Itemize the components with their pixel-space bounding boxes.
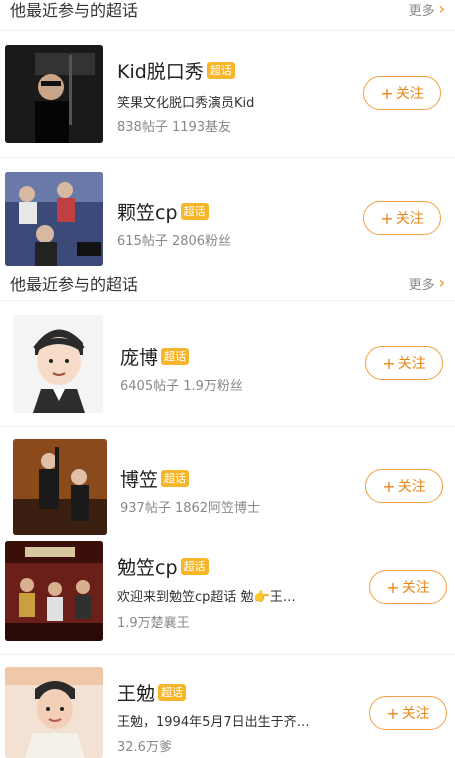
section-header: 他最近参与的超话 更多 › <box>0 0 455 26</box>
topic-stats: 6405帖子 1.9万粉丝 <box>120 379 243 394</box>
follow-button[interactable]: + 关注 <box>369 696 447 730</box>
topic-avatar <box>5 667 103 758</box>
super-topic-badge: 超话 <box>206 62 235 79</box>
more-label: 更多 <box>408 277 435 293</box>
super-topic-badge: 超话 <box>161 348 190 365</box>
follow-button[interactable]: + 关注 <box>363 76 441 110</box>
topic-name: 颗笠cp <box>117 202 178 224</box>
more-label: 更多 <box>408 3 435 19</box>
follow-label: 关注 <box>395 86 424 102</box>
cp-photo <box>5 172 103 266</box>
topic-avatar <box>5 541 103 641</box>
topic-stats: 32.6万爹 <box>117 740 172 755</box>
list-item[interactable]: Kid脱口秀 超话 笑果文化脱口秀演员Kid 838帖子 1193基友 + 关注 <box>0 31 455 157</box>
follow-label: 关注 <box>395 211 424 227</box>
follow-label: 关注 <box>397 479 426 495</box>
plus-icon: + <box>382 353 396 373</box>
super-topic-badge: 超话 <box>158 684 187 701</box>
plus-icon: + <box>382 476 396 496</box>
more-link[interactable]: 更多 › <box>409 0 445 19</box>
topic-stats: 1.9万楚襄王 <box>117 616 190 631</box>
section-title: 他最近参与的超话 <box>10 275 139 294</box>
plus-icon: + <box>380 83 394 103</box>
topic-name-row: 庞博 超话 <box>120 343 190 370</box>
follow-label: 关注 <box>401 580 430 596</box>
list-item[interactable]: 王勉 超话 王勉，1994年5月7日出生于齐… 32.6万爹 + 关注 <box>0 655 455 758</box>
topic-name-row: 勉笠cp 超话 <box>117 553 209 580</box>
topic-desc: 笑果文化脱口秀演员Kid <box>117 96 255 111</box>
super-topic-badge: 超话 <box>180 203 209 220</box>
topic-avatar <box>5 172 103 266</box>
section-title: 他最近参与的超话 <box>10 1 139 20</box>
list-item[interactable]: 勉笠cp 超话 欢迎来到勉笠cp超话 勉👉王… 1.9万楚襄王 + 关注 <box>0 537 455 654</box>
list-item[interactable]: 颗笠cp 超话 615帖子 2806粉丝 + 关注 <box>0 158 455 266</box>
topic-avatar <box>13 439 107 535</box>
topic-stats: 615帖子 2806粉丝 <box>117 234 232 249</box>
topic-name: 庞博 <box>120 347 159 369</box>
topic-stats: 838帖子 1193基友 <box>117 120 232 135</box>
topic-name-row: 颗笠cp 超话 <box>117 198 209 225</box>
topic-name-row: Kid脱口秀 超话 <box>117 57 235 84</box>
cartoon-avatar <box>13 315 103 413</box>
topic-avatar <box>5 45 103 143</box>
section-header: 他最近参与的超话 更多 › <box>0 266 455 300</box>
topic-name: Kid脱口秀 <box>117 61 204 83</box>
chevron-right-icon: › <box>438 0 445 18</box>
plus-icon: + <box>386 703 400 723</box>
variety-show-photo <box>5 541 103 641</box>
list-item[interactable]: 庞博 超话 6405帖子 1.9万粉丝 + 关注 <box>0 301 455 425</box>
stage-photo <box>13 439 107 535</box>
list-item[interactable]: 博笠 超话 937帖子 1862阿笠博士 + 关注 <box>0 427 455 537</box>
topic-name: 博笠 <box>120 469 159 491</box>
follow-label: 关注 <box>397 356 426 372</box>
follow-button[interactable]: + 关注 <box>365 346 443 380</box>
topic-name: 勉笠cp <box>117 557 178 579</box>
topic-name-row: 博笠 超话 <box>120 465 190 492</box>
more-link[interactable]: 更多 › <box>409 274 445 293</box>
super-topic-badge: 超话 <box>161 470 190 487</box>
topic-stats: 937帖子 1862阿笠博士 <box>120 501 261 516</box>
super-topic-badge: 超话 <box>180 558 209 575</box>
topic-avatar <box>13 315 103 413</box>
follow-button[interactable]: + 关注 <box>365 469 443 503</box>
chevron-right-icon: › <box>438 273 445 292</box>
topic-desc: 欢迎来到勉笠cp超话 勉👉王… <box>117 590 296 605</box>
follow-button[interactable]: + 关注 <box>369 570 447 604</box>
topic-desc: 王勉，1994年5月7日出生于齐… <box>117 715 310 730</box>
topic-name-row: 王勉 超话 <box>117 679 187 706</box>
kid-photo <box>5 45 103 143</box>
topic-name: 王勉 <box>117 683 156 705</box>
portrait-photo <box>5 667 103 758</box>
follow-label: 关注 <box>401 706 430 722</box>
follow-button[interactable]: + 关注 <box>363 201 441 235</box>
plus-icon: + <box>386 577 400 597</box>
plus-icon: + <box>380 208 394 228</box>
